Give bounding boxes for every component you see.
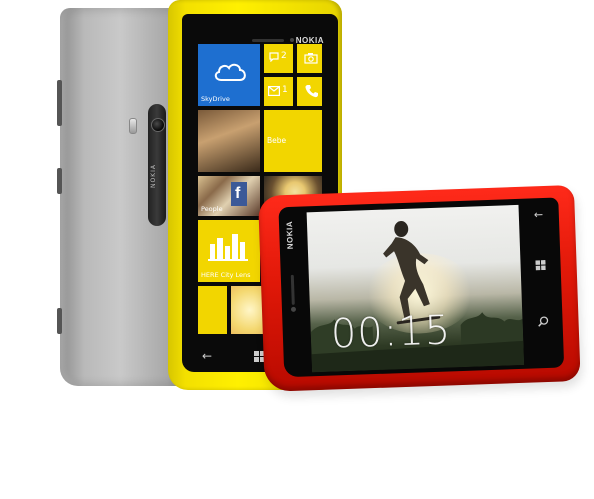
red-navigation-bar: ← (528, 198, 558, 369)
red-earpiece (290, 274, 295, 305)
lockscreen-clock: 00:15 (330, 307, 452, 358)
flash-icon (129, 118, 137, 134)
tile-camera[interactable] (297, 44, 322, 73)
tile-people[interactable]: People f (198, 176, 260, 216)
tile-skydrive[interactable]: SkyDrive (198, 44, 260, 106)
earpiece (252, 39, 284, 42)
red-phone-landscape: NOKIA 00:15 ← (258, 184, 581, 392)
red-brand-text: NOKIA (284, 220, 295, 250)
city-skyline-icon (208, 234, 248, 261)
back-arrow-icon[interactable]: ← (534, 208, 544, 221)
tile-here-city-lens[interactable]: HERE City Lens (198, 220, 260, 282)
here-label: HERE City Lens (201, 271, 251, 279)
front-camera-icon (290, 38, 294, 42)
search-icon[interactable] (537, 316, 549, 327)
back-arrow-icon[interactable]: ← (202, 349, 212, 363)
camera-lens-icon (151, 118, 165, 132)
cloud-icon (214, 63, 246, 81)
camera-button (57, 308, 62, 334)
mail-count: 1 (282, 85, 288, 95)
red-front-camera-icon (290, 306, 297, 312)
bebe-label: Bebe (267, 136, 287, 145)
tile-messages[interactable]: 2 (264, 44, 293, 73)
windows-logo-icon[interactable] (535, 260, 546, 271)
lockscreen-photo: 00:15 (306, 204, 525, 373)
tile-bebe[interactable]: Bebe (264, 110, 322, 172)
facebook-icon: f (231, 182, 247, 206)
tile-bottom-left[interactable] (198, 286, 227, 334)
people-label: People (201, 205, 223, 213)
mail-icon (268, 86, 280, 96)
camera-module: NOKIA (148, 104, 166, 226)
volume-button (57, 80, 62, 126)
tile-photo-person[interactable] (198, 110, 260, 172)
grey-brand-text: NOKIA (150, 164, 157, 189)
skydrive-label: SkyDrive (201, 95, 230, 103)
phone-icon (305, 85, 318, 98)
power-button (57, 168, 62, 194)
tile-phone[interactable] (297, 77, 322, 106)
red-phone-screen: NOKIA 00:15 ← (278, 197, 565, 378)
camera-icon (304, 53, 318, 64)
product-photo-scene: NOKIA NOKIA SkyDrive 2 1 Bebe People f H… (0, 0, 594, 499)
tile-mail[interactable]: 1 (264, 77, 293, 106)
message-icon (269, 52, 279, 62)
messages-count: 2 (281, 51, 287, 61)
